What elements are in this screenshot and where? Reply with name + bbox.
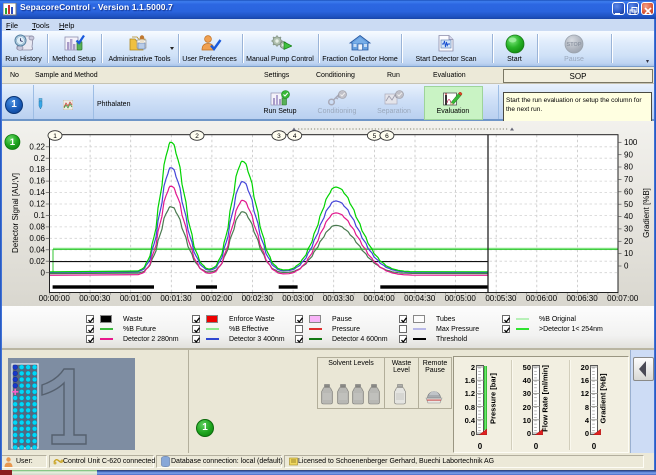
svg-text:Gradient [%B]: Gradient [%B] xyxy=(642,188,651,238)
svg-text:0.02: 0.02 xyxy=(29,257,45,266)
svg-text:0.08: 0.08 xyxy=(29,223,45,232)
svg-text:00:02:30: 00:02:30 xyxy=(242,294,274,303)
svg-text:00:03:00: 00:03:00 xyxy=(282,294,314,303)
svg-text:1: 1 xyxy=(53,133,57,140)
svg-text:0: 0 xyxy=(624,262,629,271)
svg-text:00:03:30: 00:03:30 xyxy=(323,294,355,303)
svg-text:00:01:30: 00:01:30 xyxy=(160,294,192,303)
svg-text:2: 2 xyxy=(195,133,199,140)
svg-text:6: 6 xyxy=(385,133,389,140)
svg-text:80: 80 xyxy=(624,163,633,172)
svg-text:Detector Signal [AU;V]: Detector Signal [AU;V] xyxy=(11,173,20,253)
svg-text:STOP: STOP xyxy=(567,42,582,48)
svg-text:00:06:00: 00:06:00 xyxy=(526,294,558,303)
svg-text:00:02:00: 00:02:00 xyxy=(201,294,233,303)
svg-text:100: 100 xyxy=(624,138,638,147)
svg-text:0.16: 0.16 xyxy=(29,177,45,186)
svg-text:00:07:00: 00:07:00 xyxy=(607,294,639,303)
svg-text:0.06: 0.06 xyxy=(29,234,45,243)
svg-text:00:01:00: 00:01:00 xyxy=(120,294,152,303)
svg-text:5: 5 xyxy=(373,133,377,140)
svg-text:3: 3 xyxy=(277,133,281,140)
svg-text:60: 60 xyxy=(624,187,633,196)
svg-text:0.04: 0.04 xyxy=(29,245,45,254)
svg-text:00:04:00: 00:04:00 xyxy=(364,294,396,303)
svg-text:00:00:30: 00:00:30 xyxy=(79,294,111,303)
svg-text:00:05:00: 00:05:00 xyxy=(445,294,477,303)
svg-text:90: 90 xyxy=(624,150,633,159)
svg-text:0.14: 0.14 xyxy=(29,188,45,197)
svg-text:40: 40 xyxy=(624,212,633,221)
svg-text:0.18: 0.18 xyxy=(29,165,45,174)
svg-text:30: 30 xyxy=(624,225,633,234)
svg-text:70: 70 xyxy=(624,175,633,184)
svg-text:4: 4 xyxy=(293,133,297,140)
svg-text:0.12: 0.12 xyxy=(29,200,45,209)
svg-text:50: 50 xyxy=(624,200,633,209)
svg-text:20: 20 xyxy=(624,237,633,246)
svg-text:0.2: 0.2 xyxy=(34,154,46,163)
svg-text:0.22: 0.22 xyxy=(29,142,45,151)
svg-text:0: 0 xyxy=(41,268,46,277)
svg-text:00:06:30: 00:06:30 xyxy=(567,294,599,303)
svg-text:00:04:30: 00:04:30 xyxy=(404,294,436,303)
svg-text:0.1: 0.1 xyxy=(34,211,46,220)
svg-text:1: 1 xyxy=(10,137,16,148)
svg-text:10: 10 xyxy=(624,249,633,258)
svg-text:00:05:30: 00:05:30 xyxy=(485,294,517,303)
svg-text:00:00:00: 00:00:00 xyxy=(39,294,71,303)
